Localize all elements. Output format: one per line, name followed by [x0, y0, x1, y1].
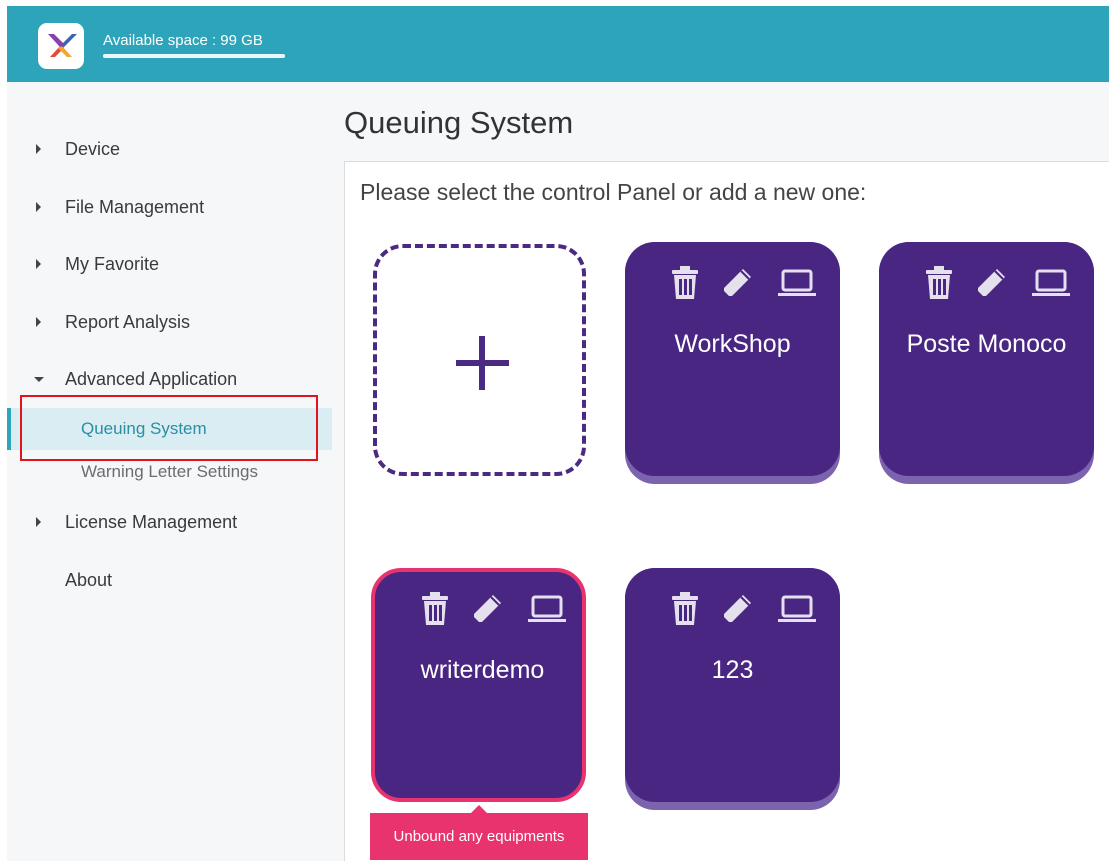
caret-right-icon [36, 517, 41, 527]
sidebar-item-device[interactable]: Device [7, 135, 332, 165]
sidebar-item-label: Device [65, 139, 121, 159]
trash-icon[interactable] [923, 266, 955, 300]
card-actions [625, 592, 840, 626]
tooltip-arrow [471, 805, 487, 813]
panel-name: 123 [711, 656, 754, 684]
storage-usage-fill [103, 54, 285, 58]
panel-card-body: 123 [625, 568, 840, 802]
panel-name: WorkShop [674, 330, 791, 358]
panel-card-body: Poste Monoco [879, 242, 1094, 476]
panel-card-body: WorkShop [625, 242, 840, 476]
card-actions [879, 266, 1094, 300]
pencil-icon[interactable] [721, 266, 753, 300]
laptop-icon[interactable] [1031, 266, 1071, 300]
control-panel-area: Please select the control Panel or add a… [344, 161, 1109, 861]
trash-icon[interactable] [419, 592, 451, 626]
laptop-icon[interactable] [777, 592, 817, 626]
sidebar-item-about[interactable]: About [7, 566, 332, 596]
caret-right-icon [36, 259, 41, 269]
sidebar-item-label: My Favorite [65, 254, 160, 274]
instruction-text: Please select the control Panel or add a… [360, 179, 867, 205]
sidebar-item-my-favorite[interactable]: My Favorite [7, 250, 332, 280]
panel-name: writerdemo [420, 656, 545, 684]
panel-card-selected[interactable]: writerdemo [371, 568, 586, 810]
panel-card-body: writerdemo [371, 568, 586, 802]
caret-down-icon [34, 377, 44, 382]
main-content: Queuing System Please select the control… [332, 82, 1109, 861]
sidebar-subitem-label: Warning Letter Settings [81, 462, 259, 481]
plus-icon-vertical [479, 336, 485, 390]
sidebar-item-license-management[interactable]: License Management [7, 508, 332, 538]
annotation-highlight-box [20, 395, 318, 461]
panel-name: Poste Monoco [906, 330, 1067, 358]
app-logo-icon[interactable] [38, 23, 84, 69]
panel-card[interactable]: 123 [625, 568, 840, 810]
card-actions [625, 266, 840, 300]
caret-right-icon [36, 317, 41, 327]
unbound-tooltip: Unbound any equipments [370, 813, 588, 860]
pencil-icon[interactable] [471, 592, 503, 626]
sidebar-item-advanced-application[interactable]: Advanced Application [7, 365, 332, 395]
sidebar-item-file-management[interactable]: File Management [7, 193, 332, 223]
laptop-icon[interactable] [527, 592, 567, 626]
sidebar-item-label: About [65, 570, 113, 590]
pencil-icon[interactable] [975, 266, 1007, 300]
laptop-icon[interactable] [777, 266, 817, 300]
caret-right-icon [36, 202, 41, 212]
sidebar-item-report-analysis[interactable]: Report Analysis [7, 308, 332, 338]
app-header: Available space : 99 GB [7, 6, 1109, 82]
trash-icon[interactable] [669, 592, 701, 626]
active-indicator [7, 408, 11, 450]
sidebar-item-label: Advanced Application [65, 369, 238, 389]
page-title: Queuing System [344, 105, 574, 140]
card-actions [375, 592, 590, 626]
sidebar-item-label: File Management [65, 197, 205, 217]
sidebar-item-label: License Management [65, 512, 238, 532]
available-space-label: Available space : 99 GB [103, 32, 263, 49]
add-panel-button[interactable] [373, 244, 586, 476]
caret-right-icon [36, 144, 41, 154]
pencil-icon[interactable] [721, 592, 753, 626]
sidebar-item-label: Report Analysis [65, 312, 191, 332]
trash-icon[interactable] [669, 266, 701, 300]
storage-usage-bar [103, 54, 285, 58]
sidebar-nav: Device File Management My Favorite Repor… [7, 82, 332, 861]
panel-card[interactable]: Poste Monoco [879, 242, 1094, 484]
panel-card[interactable]: WorkShop [625, 242, 840, 484]
